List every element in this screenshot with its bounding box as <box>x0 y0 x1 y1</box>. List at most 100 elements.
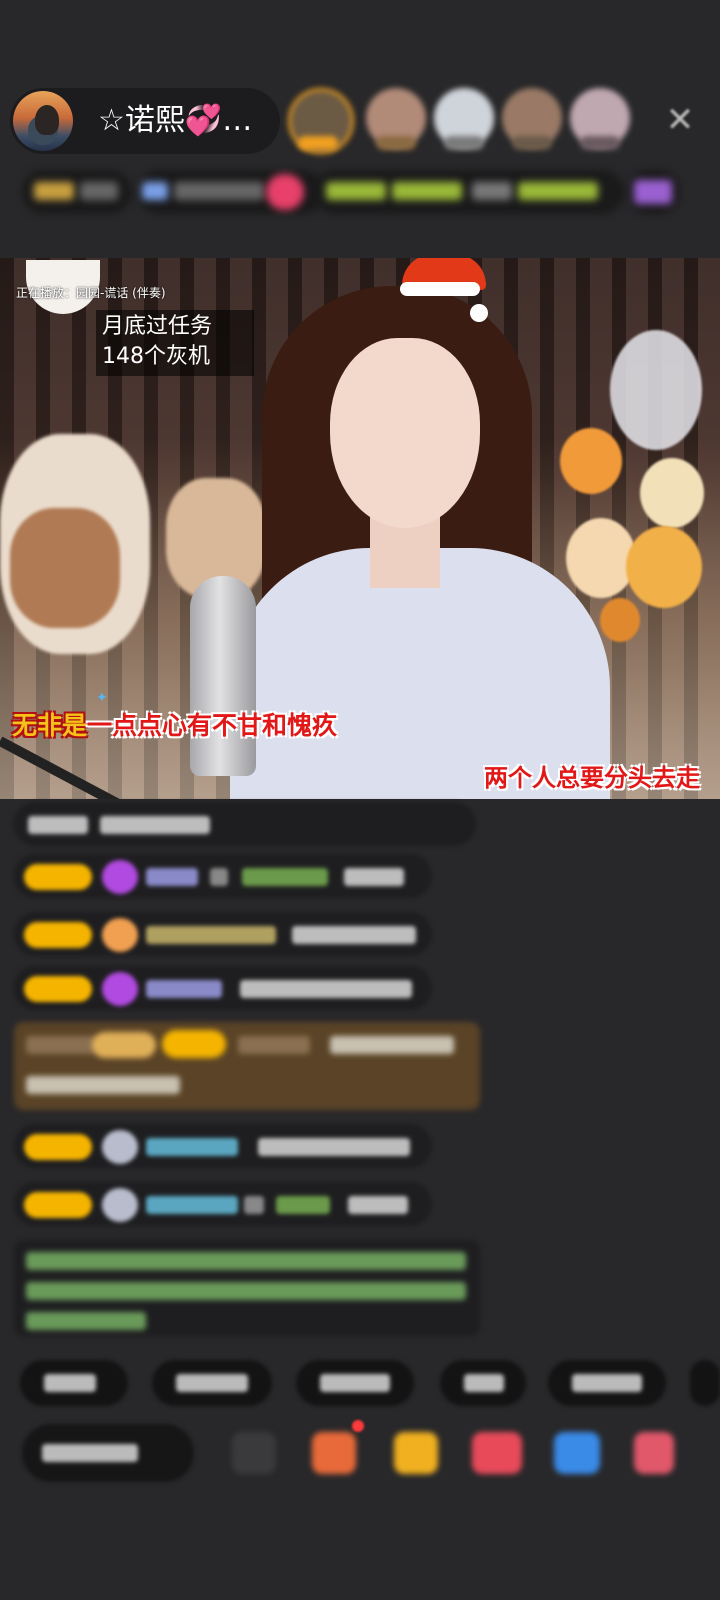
rank-icon <box>34 182 74 200</box>
quick-chip-1[interactable] <box>20 1360 128 1406</box>
audience-avatar-4[interactable] <box>502 86 566 156</box>
rank-badge <box>580 136 620 150</box>
fans-icon <box>142 182 168 200</box>
chat-badge <box>26 1036 98 1054</box>
notification-dot <box>352 1420 364 1432</box>
level-badge <box>24 864 92 890</box>
chat-username <box>242 868 328 886</box>
close-icon[interactable]: ✕ <box>662 102 698 138</box>
emoji-icon[interactable] <box>232 1432 276 1474</box>
quick-chip-6[interactable] <box>690 1360 720 1406</box>
audience-avatar-5[interactable] <box>570 86 634 156</box>
task-line-1: 月底过任务 <box>102 314 213 339</box>
host-info-pill[interactable]: ☆诺熙💞… <box>10 88 280 154</box>
chat-username <box>276 1196 330 1214</box>
system-notice <box>14 1240 480 1336</box>
audience-avatar-1[interactable] <box>288 86 354 156</box>
plush-toy-reindeer <box>10 508 120 628</box>
audience-avatar-3[interactable] <box>434 86 498 156</box>
gem-icon <box>102 860 138 894</box>
chat-text <box>100 816 210 834</box>
balloon <box>566 518 636 598</box>
sparkle-icon: ✦ <box>96 690 108 706</box>
chat-input-placeholder <box>42 1444 138 1462</box>
chat-text <box>292 926 416 944</box>
balloon <box>626 526 702 608</box>
rank-badge <box>376 136 416 150</box>
rank-badge <box>298 136 338 150</box>
audience-avatar-2[interactable] <box>366 86 430 156</box>
quick-chip-5[interactable] <box>548 1360 666 1406</box>
lyric-left-rest: 一点点心有不甘和愧疚 <box>87 711 338 740</box>
chat-text <box>240 980 412 998</box>
balloon <box>640 458 704 528</box>
chat-message[interactable] <box>14 966 432 1010</box>
chat-message-highlight[interactable] <box>14 1022 480 1110</box>
balloon <box>600 598 640 642</box>
red-packet-icon[interactable] <box>394 1432 438 1474</box>
quick-chip-3[interactable] <box>296 1360 414 1406</box>
chat-username <box>146 1196 238 1214</box>
santa-hat-sticker <box>400 258 488 322</box>
chat-message[interactable] <box>14 1182 432 1226</box>
activity-text-4 <box>518 182 598 200</box>
chat-text <box>330 1036 454 1054</box>
noble-badge <box>92 1032 156 1058</box>
heart-badge-icon <box>102 918 138 952</box>
notice-text <box>26 1312 146 1330</box>
gift-icon <box>634 180 672 204</box>
notice-text <box>26 1282 466 1300</box>
quick-chip-2[interactable] <box>152 1360 272 1406</box>
chat-username <box>146 926 276 944</box>
level-badge <box>24 922 92 948</box>
lyric-right: 两个人总要分头去走 <box>484 764 700 792</box>
task-note: 月底过任务 148个灰机 <box>96 310 254 376</box>
fans-text <box>174 182 264 200</box>
rank-badge <box>512 136 552 150</box>
notice-text <box>26 1252 466 1270</box>
level-badge <box>24 976 92 1002</box>
chip-text <box>44 1374 96 1392</box>
activity-text-1 <box>326 182 386 200</box>
quick-chip-4[interactable] <box>440 1360 526 1406</box>
chat-text <box>258 1138 410 1156</box>
game-icon[interactable] <box>554 1432 600 1474</box>
chat-text <box>210 868 228 886</box>
level-badge <box>24 1192 92 1218</box>
chat-text <box>26 1076 180 1094</box>
rank-text <box>80 182 118 200</box>
activity-text-2 <box>392 182 462 200</box>
now-playing-text: 正在播放：园园-谎话 (伴奏) <box>16 286 166 300</box>
chat-text <box>348 1196 408 1214</box>
chip-text <box>176 1374 248 1392</box>
activity-text-3 <box>472 182 512 200</box>
level-badge <box>162 1030 226 1058</box>
chat-username <box>146 868 198 886</box>
chip-text <box>320 1374 390 1392</box>
level-badge <box>24 1134 92 1160</box>
chat-input[interactable] <box>22 1424 194 1482</box>
lyric-left-highlight: 无非是 <box>12 711 88 740</box>
chip-text <box>572 1374 642 1392</box>
chat-message[interactable] <box>14 854 432 898</box>
chat-message[interactable] <box>14 1124 432 1168</box>
lipstick-icon[interactable] <box>472 1432 522 1474</box>
chat-username <box>146 1138 238 1156</box>
gem-icon <box>102 972 138 1006</box>
chat-message[interactable] <box>14 912 432 956</box>
chat-message[interactable] <box>14 802 476 846</box>
chat-text <box>28 816 88 834</box>
chat-username <box>238 1036 310 1054</box>
task-line-2: 148个灰机 <box>102 344 210 369</box>
heart-icon[interactable] <box>266 174 304 210</box>
host-avatar[interactable] <box>13 91 73 151</box>
user-icon <box>102 1188 138 1222</box>
gift-box-icon[interactable] <box>312 1432 356 1474</box>
chip-text <box>464 1374 504 1392</box>
live-video[interactable]: 正在播放：园园-谎话 (伴奏) 月底过任务 148个灰机 ✦ 无非是一点点心有不… <box>0 258 720 799</box>
rank-badge <box>444 136 484 150</box>
more-gifts-icon[interactable] <box>634 1432 674 1474</box>
microphone <box>190 576 256 776</box>
balloon <box>560 428 622 494</box>
balloon <box>610 330 702 450</box>
